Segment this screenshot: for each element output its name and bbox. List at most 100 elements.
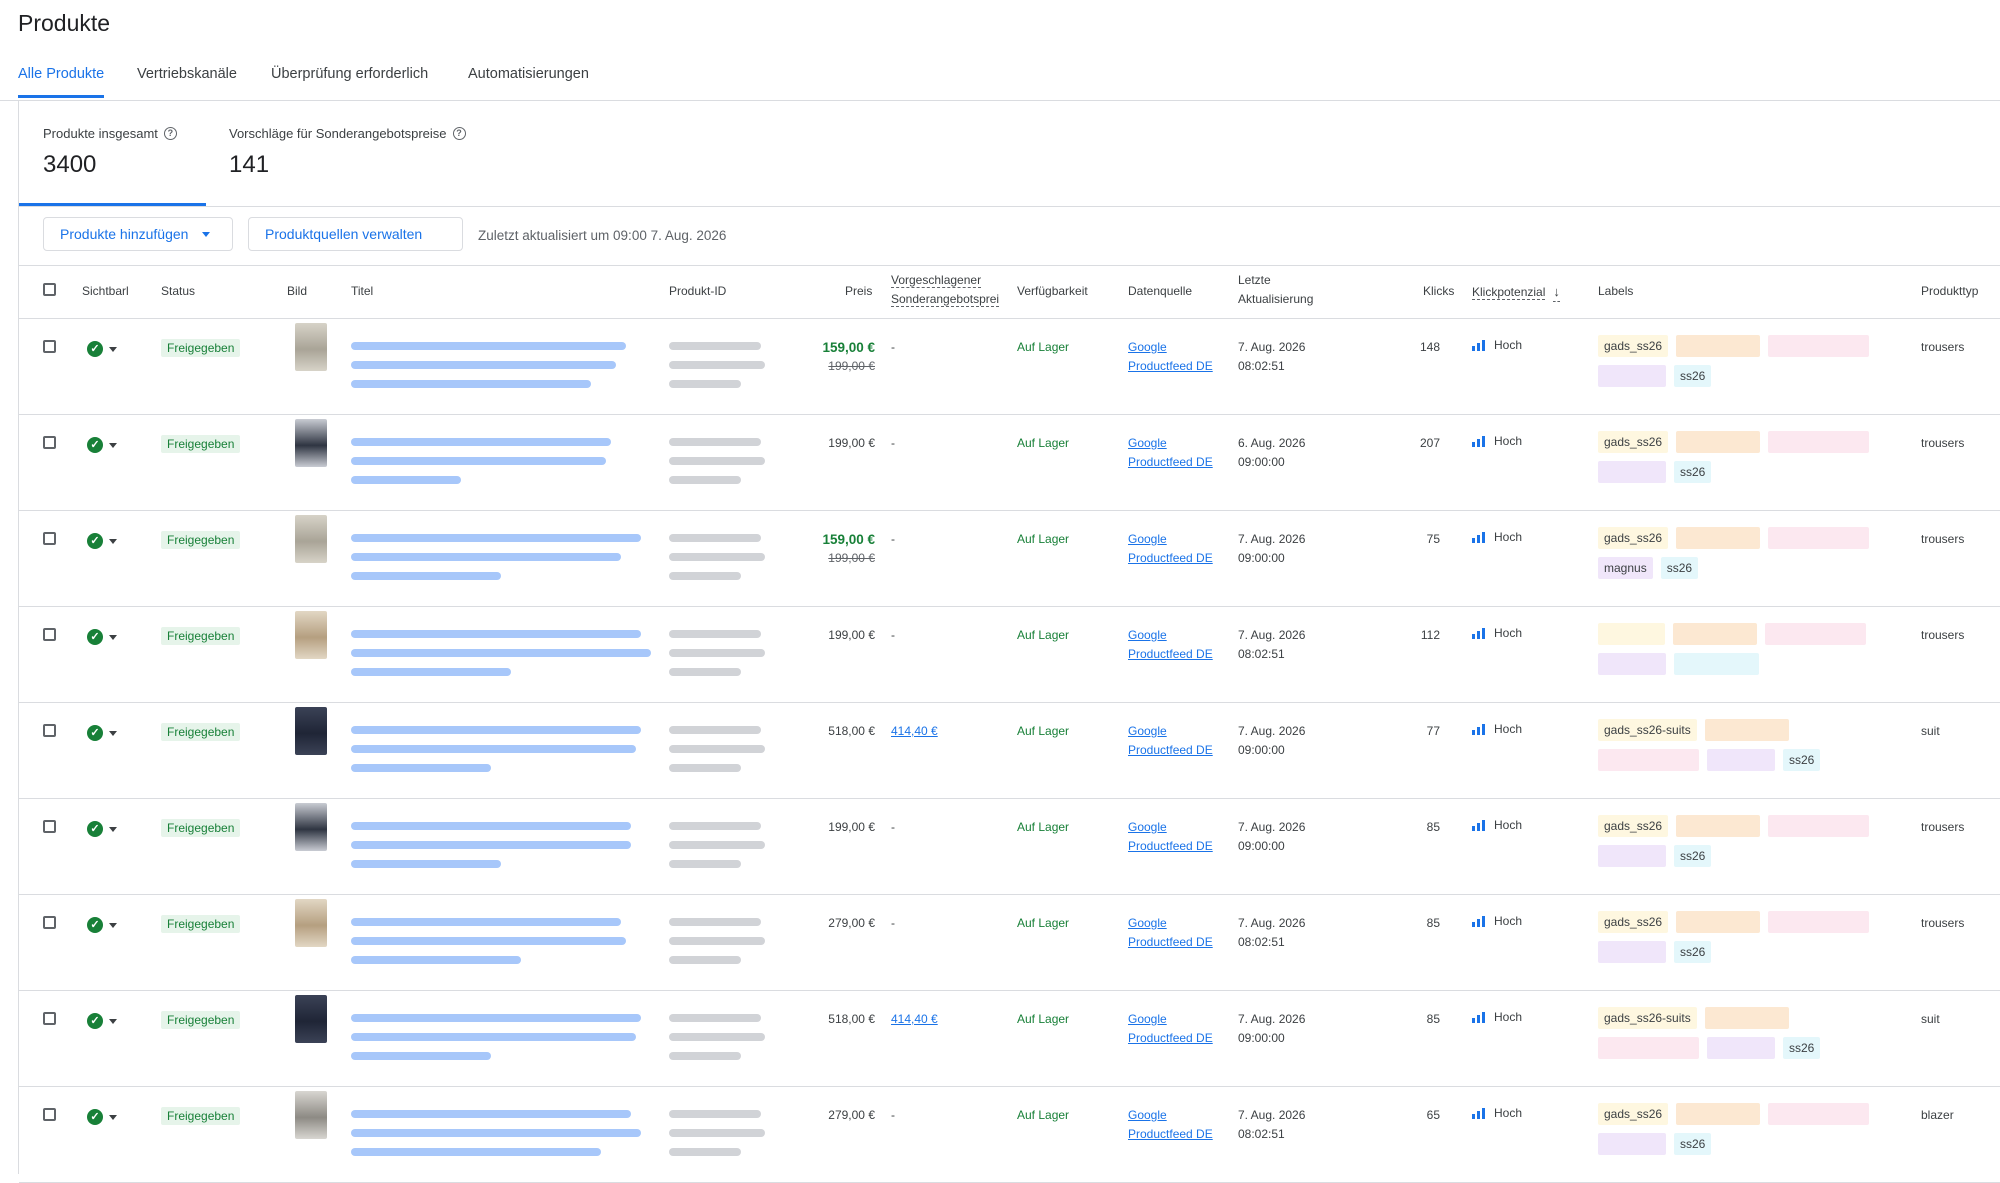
product-label[interactable]: ss26 [1674,365,1712,387]
tab-automations[interactable]: Automatisierungen [468,66,589,95]
data-source-link[interactable]: Google Productfeed DE [1128,338,1213,376]
product-label[interactable]: xxxx [1768,1103,1870,1125]
manage-sources-button[interactable]: Produktquellen verwalten [248,217,463,251]
product-label[interactable]: xxx [1768,527,1870,549]
col-source[interactable]: Datenquelle [1128,282,1192,301]
table-row[interactable]: ✓ Freigegeben 199,00 € - Auf Lager Google Prod… [19,607,2000,703]
product-label[interactable]: ss26 [1674,1133,1712,1155]
visibility-toggle[interactable]: ✓ [87,1109,117,1125]
product-label[interactable]: xxxx [1768,911,1870,933]
col-suggested-price[interactable]: Vorgeschlagener Sonderangebotsprei [891,271,1000,309]
product-label[interactable]: xxxx [1598,1037,1699,1059]
product-label[interactable]: xxxxx [1704,1007,1789,1029]
visibility-toggle[interactable]: ✓ [87,629,117,645]
row-checkbox[interactable] [43,532,56,545]
data-source-link[interactable]: Google Productfeed DE [1128,1106,1213,1144]
data-source-link[interactable]: Google Productfeed DE [1128,722,1213,760]
product-image[interactable] [295,323,327,371]
product-label[interactable]: ss26 [1660,557,1699,579]
product-label[interactable]: gads_ss26-suits [1598,1007,1697,1029]
row-checkbox[interactable] [43,436,56,449]
product-label[interactable]: xxx [1765,623,1866,645]
table-row[interactable]: ✓ Freigegeben 159,00 € 199,00 € - Auf Lager Go… [19,511,2000,607]
col-price[interactable]: Preis [845,282,872,301]
col-clicks[interactable]: Klicks [1423,282,1454,301]
row-checkbox[interactable] [43,916,56,929]
col-last-updated[interactable]: Letzte Aktualisierung [1238,271,1313,309]
product-image[interactable] [295,707,327,755]
product-label[interactable]: xxxx [1598,749,1699,771]
product-label[interactable]: gads_ss26 [1598,1103,1669,1125]
product-label[interactable]: xxxxx [1676,911,1761,933]
product-label[interactable]: xx [1674,653,1759,675]
data-source-link[interactable]: Google Productfeed DE [1128,530,1213,568]
select-all-checkbox[interactable] [43,283,56,296]
product-title-link[interactable] [351,726,641,783]
suggested-price[interactable]: 414,40 € [891,722,938,741]
product-title-link[interactable] [351,1110,641,1167]
product-label[interactable]: gads_ss26-suits [1598,719,1697,741]
product-label[interactable]: xx [1598,845,1666,867]
tab-sales-channels[interactable]: Vertriebskanäle [137,66,237,95]
col-click-potential[interactable]: Klickpotenzial ↓ [1472,282,1560,302]
row-checkbox[interactable] [43,1108,56,1121]
product-label[interactable]: ss26 [1783,1037,1821,1059]
product-label[interactable]: xxx [1707,1037,1775,1059]
product-label[interactable]: xx [1598,365,1666,387]
product-label[interactable]: xxxxx [1704,719,1789,741]
tab-all-products[interactable]: Alle Produkte [18,66,105,98]
visibility-toggle[interactable]: ✓ [87,341,117,357]
product-label[interactable]: xx [1598,941,1666,963]
product-label[interactable]: gads_ss26 [1598,527,1669,549]
product-label[interactable]: xx [1598,1133,1666,1155]
table-row[interactable]: ✓ Freigegeben 279,00 € - Auf Lager Google Prod… [19,895,2000,991]
suggested-price[interactable]: 414,40 € [891,1010,938,1029]
product-label[interactable]: magnus [1598,557,1653,579]
visibility-toggle[interactable]: ✓ [87,1013,117,1029]
product-title-link[interactable] [351,438,611,495]
visibility-toggle[interactable]: ✓ [87,917,117,933]
product-label[interactable]: xxxxx [1676,431,1761,453]
table-row[interactable]: ✓ Freigegeben 199,00 € - Auf Lager Google Prod… [19,799,2000,895]
row-checkbox[interactable] [43,820,56,833]
add-products-button[interactable]: Produkte hinzufügen [43,217,233,251]
product-label[interactable]: ss26 [1783,749,1821,771]
product-image[interactable] [295,419,327,467]
product-label[interactable]: xxxxx [1676,815,1761,837]
product-label[interactable]: xxx [1768,431,1870,453]
col-product-id[interactable]: Produkt-ID [669,282,726,301]
product-image[interactable] [295,515,327,563]
product-image[interactable] [295,1091,327,1139]
visibility-toggle[interactable]: ✓ [87,821,117,837]
product-title-link[interactable] [351,1014,641,1071]
product-label[interactable]: xx [1598,653,1666,675]
visibility-toggle[interactable]: ✓ [87,437,117,453]
visibility-toggle[interactable]: ✓ [87,533,117,549]
col-labels[interactable]: Labels [1598,282,1633,301]
table-row[interactable]: ✓ Freigegeben 159,00 € 199,00 € - Auf Lager Go… [19,319,2000,415]
col-visibility[interactable]: Sichtbarl [82,282,129,301]
col-product-type[interactable]: Produkttyp [1921,282,1978,301]
product-label[interactable]: gads_ss26 [1598,815,1669,837]
product-label[interactable]: xxxxx [1676,527,1761,549]
row-checkbox[interactable] [43,340,56,353]
help-icon[interactable]: ? [163,127,177,140]
product-label[interactable]: xxxxx [1673,623,1757,645]
product-title-link[interactable] [351,534,641,591]
product-label[interactable]: ss26 [1674,845,1712,867]
product-image[interactable] [295,995,327,1043]
visibility-toggle[interactable]: ✓ [87,725,117,741]
col-availability[interactable]: Verfügbarkeit [1017,282,1088,301]
product-label[interactable]: gads_ss26 [1598,431,1669,453]
product-label[interactable]: ss26 [1674,941,1712,963]
product-label[interactable]: gads_ss26 [1598,911,1669,933]
product-title-link[interactable] [351,630,651,687]
product-label[interactable]: xxxxx [1676,1103,1761,1125]
product-label[interactable]: xxx [1768,815,1870,837]
data-source-link[interactable]: Google Productfeed DE [1128,914,1213,952]
col-status[interactable]: Status [161,282,195,301]
table-row[interactable]: ✓ Freigegeben 518,00 € 414,40 € Auf Lager Goo… [19,703,2000,799]
stat-total-products[interactable]: Produkte insgesamt? 3400 [43,126,177,179]
product-label[interactable]: ss26 [1674,461,1712,483]
data-source-link[interactable]: Google Productfeed DE [1128,818,1213,856]
